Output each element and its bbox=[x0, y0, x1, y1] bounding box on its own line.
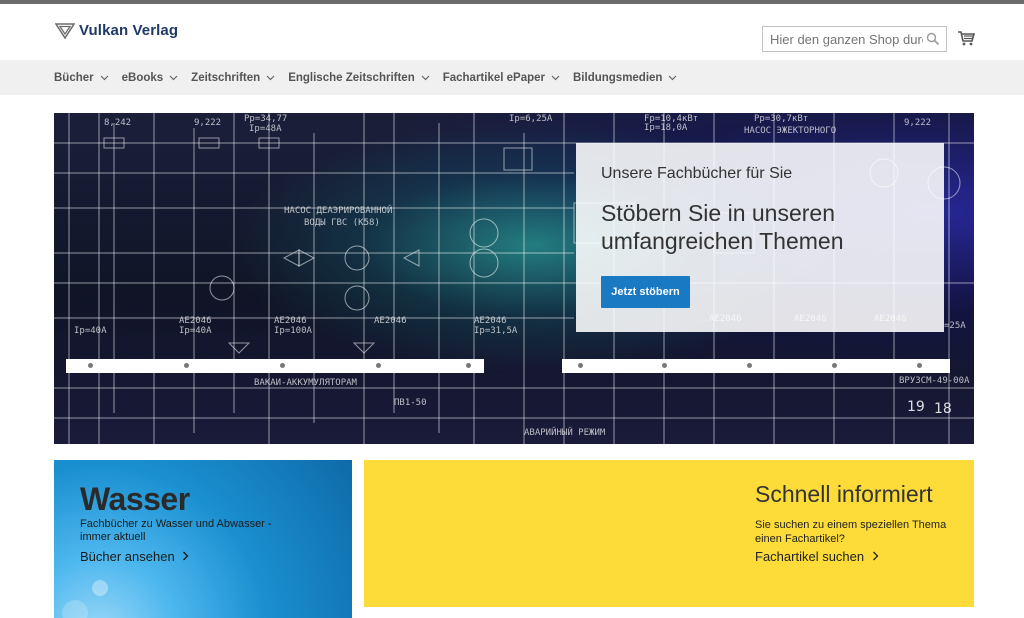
logo[interactable]: Vulkan Verlag bbox=[55, 22, 178, 39]
cart-icon[interactable] bbox=[957, 30, 975, 46]
nav-label: Bücher bbox=[54, 71, 94, 84]
bar-dot bbox=[466, 363, 471, 368]
svg-text:Pp=30,7кВт: Pp=30,7кВт bbox=[754, 114, 808, 124]
svg-text:Ip=31,5A: Ip=31,5A bbox=[474, 326, 518, 336]
svg-text:ПВ1-50: ПВ1-50 bbox=[394, 398, 427, 408]
svg-text:Pp=34,77: Pp=34,77 bbox=[244, 114, 287, 124]
bubble-decoration bbox=[62, 600, 88, 618]
svg-text:Ip=6,25A: Ip=6,25A bbox=[509, 114, 553, 124]
bar-dot bbox=[832, 363, 837, 368]
hero-subtitle: Unsere Fachbücher für Sie bbox=[601, 165, 793, 182]
search-box bbox=[762, 26, 947, 52]
svg-text:АВАРИЙНЫЙ РЕЖИМ: АВАРИЙНЫЙ РЕЖИМ bbox=[524, 426, 606, 438]
schnell-description: Sie suchen zu einem speziellen Thema ein… bbox=[755, 519, 947, 545]
nav-item-buecher[interactable]: Bücher bbox=[54, 72, 109, 84]
svg-text:НАСОС ЭЖЕКТОРНОГО: НАСОС ЭЖЕКТОРНОГО bbox=[744, 126, 836, 136]
svg-text:18: 18 bbox=[934, 401, 952, 417]
svg-text:9,222: 9,222 bbox=[904, 118, 931, 128]
bar-dot bbox=[662, 363, 667, 368]
logo-text: Vulkan Verlag bbox=[79, 22, 179, 39]
wasser-books-link[interactable]: Bücher ansehen bbox=[80, 549, 189, 564]
nav-label: eBooks bbox=[121, 71, 164, 84]
bar-dot bbox=[184, 363, 189, 368]
bar-dot bbox=[747, 363, 752, 368]
schnell-informiert-tile[interactable]: Schnell informiert Sie suchen zu einem s… bbox=[364, 460, 974, 607]
main-navigation: Bücher eBooks Zeitschriften Englische Ze… bbox=[0, 60, 1024, 95]
search-input[interactable] bbox=[763, 27, 923, 51]
hero-divider-bar bbox=[66, 359, 484, 373]
nav-label: Fachartikel ePaper bbox=[442, 71, 545, 84]
chevron-down-icon bbox=[551, 75, 560, 80]
chevron-down-icon bbox=[669, 75, 677, 80]
svg-text:AE2046: AE2046 bbox=[374, 316, 407, 326]
nav-item-zeitschriften[interactable]: Zeitschriften bbox=[191, 72, 275, 84]
schnell-link-label: Fachartikel suchen bbox=[755, 549, 865, 564]
svg-text:ВАКАИ-АККУМУЛЯТОРАМ: ВАКАИ-АККУМУЛЯТОРАМ bbox=[254, 378, 358, 388]
svg-text:8,242: 8,242 bbox=[104, 118, 131, 128]
nav-label: Zeitschriften bbox=[191, 71, 261, 84]
chevron-down-icon bbox=[266, 75, 275, 80]
chevron-down-icon bbox=[100, 75, 109, 80]
bar-dot bbox=[280, 363, 285, 368]
search-icon[interactable] bbox=[926, 32, 940, 46]
nav-label: Englische Zeitschriften bbox=[288, 71, 415, 84]
wasser-description: Fachbücher zu Wasser und Abwasser - imme… bbox=[80, 518, 272, 543]
svg-text:AE2046: AE2046 bbox=[179, 316, 212, 326]
svg-text:AE2046: AE2046 bbox=[474, 316, 507, 326]
hero-content-box: Unsere Fachbücher für Sie Stöbern Sie in… bbox=[576, 143, 944, 332]
chevron-right-icon bbox=[872, 551, 879, 561]
bar-dot bbox=[578, 363, 583, 368]
svg-text:Ip=48A: Ip=48A bbox=[249, 124, 282, 134]
chevron-down-icon bbox=[421, 75, 430, 80]
logo-triangle-icon bbox=[55, 22, 75, 39]
svg-text:НАСОС ДЕАЭРИРОВАННОЙ: НАСОС ДЕАЭРИРОВАННОЙ bbox=[284, 204, 392, 216]
svg-text:Ip=18,0A: Ip=18,0A bbox=[644, 123, 688, 133]
svg-text:ВРУ3СМ-49-00A: ВРУ3СМ-49-00A bbox=[899, 376, 970, 386]
header: Vulkan Verlag bbox=[0, 4, 1024, 60]
bar-dot bbox=[88, 363, 93, 368]
hero-title: Stöbern Sie in unseren umfangreichen The… bbox=[601, 200, 844, 254]
nav-item-ebooks[interactable]: eBooks bbox=[122, 72, 179, 84]
bubble-decoration bbox=[92, 580, 108, 596]
svg-text:19: 19 bbox=[907, 399, 925, 415]
svg-text:9,222: 9,222 bbox=[194, 118, 221, 128]
nav-item-englische-zeitschriften[interactable]: Englische Zeitschriften bbox=[288, 72, 430, 84]
chevron-down-icon bbox=[169, 75, 178, 80]
bar-dot bbox=[917, 363, 922, 368]
schnell-title: Schnell informiert bbox=[755, 481, 933, 507]
hero-banner: 8,242 9,222 Pp=34,77 Ip=48A НАСОС ДЕАЭРИ… bbox=[54, 113, 974, 444]
chevron-right-icon bbox=[183, 551, 189, 561]
svg-text:Ip=40A: Ip=40A bbox=[179, 326, 212, 336]
browse-button[interactable]: Jetzt stöbern bbox=[601, 276, 690, 308]
hero-divider-bar bbox=[562, 359, 950, 373]
svg-text:Ip=100A: Ip=100A bbox=[274, 326, 313, 336]
fachartikel-search-link[interactable]: Fachartikel suchen bbox=[755, 549, 879, 564]
svg-text:AE2046: AE2046 bbox=[274, 316, 307, 326]
wasser-link-label: Bücher ansehen bbox=[80, 549, 175, 564]
nav-item-fachartikel-epaper[interactable]: Fachartikel ePaper bbox=[443, 72, 560, 84]
wasser-title: Wasser bbox=[80, 481, 190, 517]
nav-item-bildungsmedien[interactable]: Bildungsmedien bbox=[573, 72, 677, 84]
nav-label: Bildungsmedien bbox=[573, 71, 663, 84]
svg-text:Ip=40A: Ip=40A bbox=[74, 326, 107, 336]
svg-text:ВОДЫ ГВС (К58): ВОДЫ ГВС (К58) bbox=[304, 218, 380, 228]
bar-dot bbox=[376, 363, 381, 368]
svg-text:=25A: =25A bbox=[944, 321, 966, 331]
wasser-tile[interactable]: Wasser Fachbücher zu Wasser und Abwasser… bbox=[54, 460, 352, 618]
